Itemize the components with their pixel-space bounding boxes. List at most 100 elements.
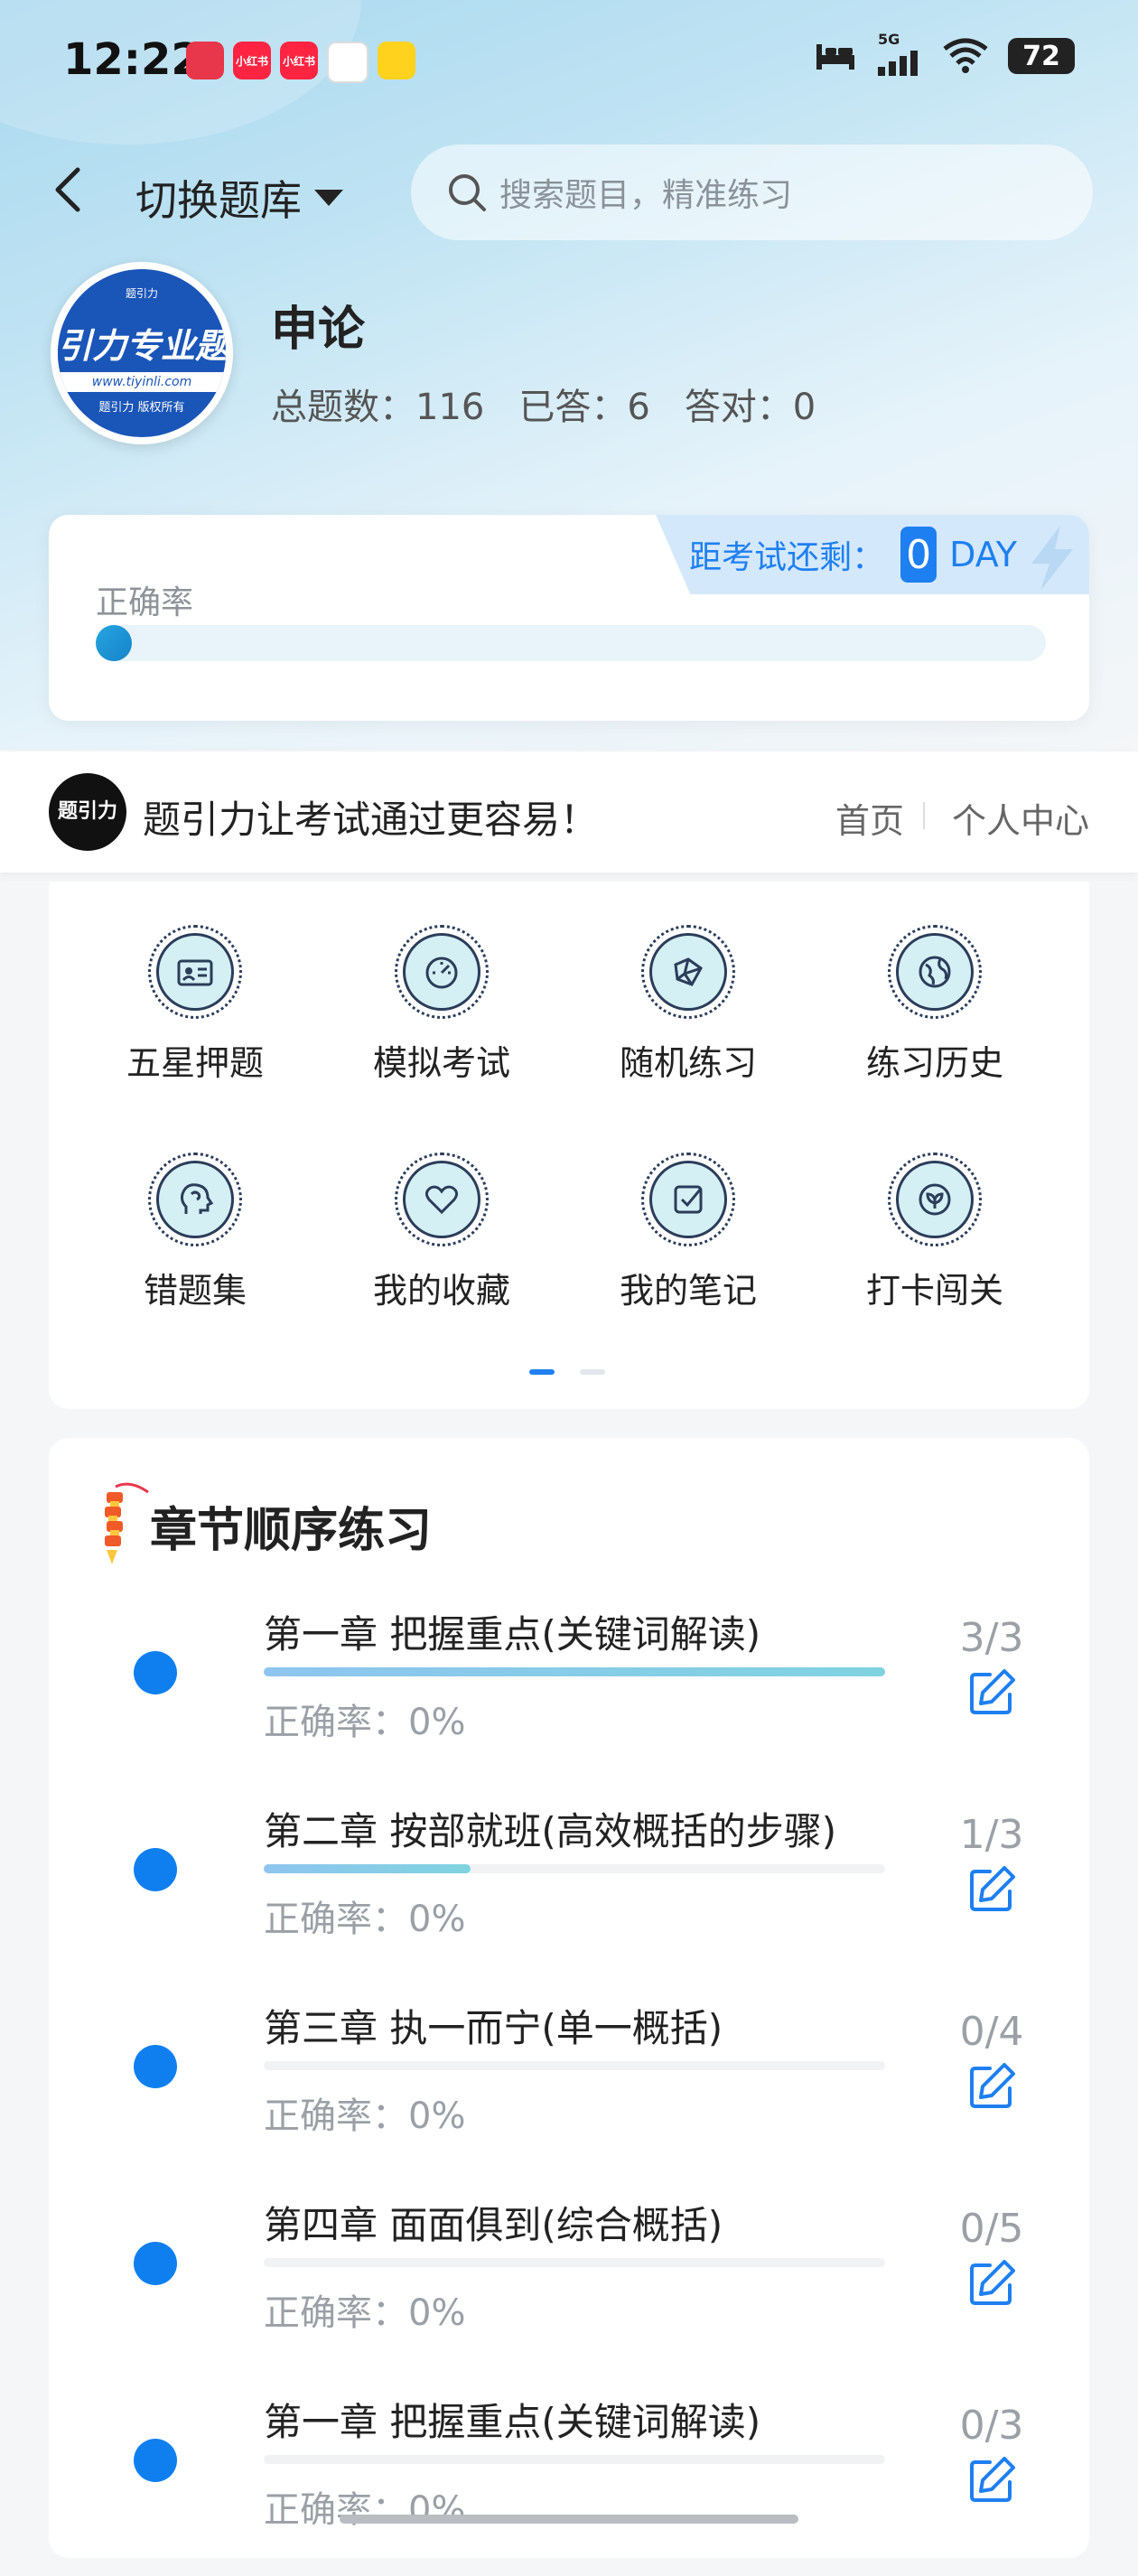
subject-logo-url: www.tiyinli.com [58,372,226,392]
subject-logo-bottom-text: 题引力 版权所有 [98,401,185,415]
function-label: 我的笔记 [619,1271,757,1311]
chapter-item[interactable]: 第一章 把握重点(关键词解读) 正确率：0% 3/3 [49,1591,1089,1788]
chapter-item[interactable]: 第一章 把握重点(关键词解读) 正确率：0% 0/3 [49,2379,1089,2576]
function-badge[interactable]: 打卡闯关 [813,1153,1057,1312]
wifi-icon [943,38,988,73]
nav-home-link[interactable]: 首页 [835,793,904,843]
globe-icon [888,925,982,1019]
slogan-text: 题引力让考试通过更容易！ [143,798,599,842]
app-icon-colorful [327,42,368,83]
countdown-unit: DAY [949,535,1017,574]
chapter-bullet [134,1651,177,1694]
function-heart[interactable]: 我的收藏 [320,1153,564,1312]
stat-total: 总题数：116 [271,387,485,428]
function-label: 模拟考试 [372,1043,510,1083]
bed-icon [816,44,854,70]
subject-logo-top-text: 题引力 [125,287,158,300]
heart-icon [395,1153,489,1246]
function-speedometer[interactable]: 模拟考试 [320,925,564,1085]
chapter-count: 1/3 [959,1812,1024,1858]
function-label: 我的收藏 [372,1271,510,1311]
accuracy-bar-indicator [96,625,132,661]
stat-answered: 已答：6 [518,387,650,428]
battery-indicator: 72 [1008,38,1075,74]
chapter-count: 0/3 [959,2403,1024,2449]
subject-name: 申论 [271,303,366,357]
system-indicators: 5G 72 [815,31,1075,76]
chapter-progress-fill [264,1864,471,1873]
chevron-left-icon [55,167,80,212]
nav-divider [923,802,925,829]
id-card-icon [148,925,242,1019]
function-network[interactable]: 随机练习 [566,925,810,1085]
nav-profile-link[interactable]: 个人中心 [952,793,1089,843]
app-icon-xiaohongshu-2: 小红书 [280,42,318,79]
app-icon-xiaohongshu-1: 小红书 [233,42,271,79]
pager-dots [529,1369,605,1375]
countdown-label: 距考试还剩： [689,539,885,576]
function-label: 练习历史 [865,1043,1003,1083]
chapter-bullet [134,2242,177,2285]
chapter-name: 第四章 面面俱到(综合概括) [264,2203,723,2247]
accuracy-card: 距考试还剩： 0 DAY 正确率 [49,515,1089,721]
function-id-card[interactable]: 五星押题 [73,925,317,1085]
edit-icon[interactable] [965,1666,1019,1720]
chapter-accuracy: 正确率：0% [264,2095,466,2137]
function-checkbox[interactable]: 我的笔记 [566,1153,810,1312]
head-icon [148,1153,242,1246]
signal-icon [878,51,918,76]
chapter-item[interactable]: 第四章 面面俱到(综合概括) 正确率：0% 0/5 [49,2182,1089,2379]
function-label: 错题集 [143,1271,247,1311]
chapter-bullet [134,1848,177,1891]
pager-dot-2[interactable] [580,1369,605,1375]
accuracy-label: 正确率 [96,584,194,621]
chapter-name: 第二章 按部就班(高效概括的步骤) [264,1809,837,1853]
notification-app-icons: 小红书 小红书 [186,42,415,83]
subject-logo: 题引力 引力专业题 www.tiyinli.com 题引力 版权所有 [51,262,233,444]
edit-icon[interactable] [965,2256,1019,2310]
caret-down-icon [314,190,343,206]
search-placeholder: 搜索题目，精准练习 [499,177,793,214]
chapter-name: 第三章 执一而宁(单一概括) [264,2006,723,2050]
brand-logo: 题引力 [49,773,126,851]
chapter-count: 0/4 [959,2009,1024,2055]
chapter-count: 0/5 [959,2206,1024,2252]
countdown-days: 0 [900,527,937,583]
function-label: 打卡闯关 [865,1271,1003,1311]
function-globe[interactable]: 练习历史 [813,925,1057,1085]
pager-dot-1[interactable] [529,1369,555,1375]
edit-icon[interactable] [965,2453,1019,2507]
badge-icon [888,1153,982,1246]
chapter-accuracy: 正确率：0% [264,2489,466,2531]
app-icon-label: 小红书 [282,54,315,68]
function-head[interactable]: 错题集 [73,1153,317,1312]
network-icon [641,925,735,1019]
chapter-name: 第一章 把握重点(关键词解读) [264,2400,761,2444]
switch-bank-button[interactable]: 切换题库 [135,168,343,228]
function-grid: 五星押题 模拟考试 随机练习 练习历史错题集 我的收藏 我的笔记 打卡闯关 [49,882,1089,1409]
chapter-section-title: 章节顺序练习 [150,1504,433,1558]
app-icon-label: 小红书 [235,54,268,68]
subject-logo-main-text: 引力专业题 [58,323,226,369]
stat-correct: 答对：0 [684,387,816,428]
speedometer-icon [395,925,489,1019]
edit-icon[interactable] [965,2059,1019,2114]
chapter-item[interactable]: 第三章 执一而宁(单一概括) 正确率：0% 0/4 [49,1985,1089,2182]
lightning-icon [1031,526,1073,591]
chapter-bullet [134,2439,177,2482]
app-icon-yellow [378,42,415,79]
search-input[interactable]: 搜索题目，精准练习 [411,145,1093,240]
chapter-progress-track [264,2258,885,2267]
slogan-bar: 题引力 题引力让考试通过更容易！ 首页 个人中心 [0,751,1138,873]
exam-countdown: 距考试还剩： 0 DAY [656,515,1089,594]
chapter-item[interactable]: 第二章 按部就班(高效概括的步骤) 正确率：0% 1/3 [49,1788,1089,1985]
switch-bank-label: 切换题库 [135,176,302,225]
chapter-progress-track [264,2061,885,2070]
function-label: 随机练习 [619,1043,757,1083]
chapter-name: 第一章 把握重点(关键词解读) [264,1612,761,1657]
subject-logo-badge: 题引力 引力专业题 www.tiyinli.com 题引力 版权所有 [58,269,226,437]
home-indicator[interactable] [340,2515,798,2524]
chapter-count: 3/3 [959,1615,1024,1661]
edit-icon[interactable] [965,1862,1019,1917]
back-button[interactable] [52,163,92,217]
